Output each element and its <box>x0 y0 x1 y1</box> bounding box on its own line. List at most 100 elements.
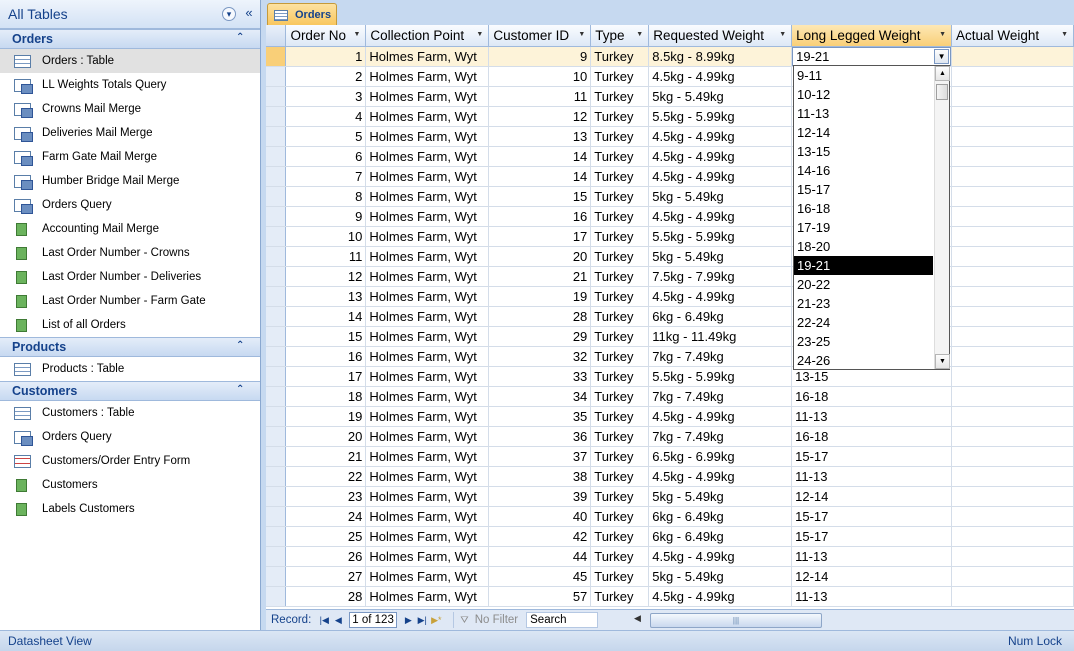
table-cell[interactable]: Holmes Farm, Wyt <box>365 106 490 127</box>
record-selector[interactable] <box>266 466 287 487</box>
table-row[interactable]: 22 Holmes Farm, Wyt 38 Turkey 4.5kg - 4.99kg… <box>266 466 1074 487</box>
table-cell[interactable]: Holmes Farm, Wyt <box>365 226 490 247</box>
table-cell[interactable] <box>951 386 1074 407</box>
new-record-icon[interactable]: ▶* <box>429 613 443 627</box>
record-selector[interactable] <box>266 366 287 387</box>
table-cell[interactable]: 28 <box>285 586 367 607</box>
table-row[interactable]: 10 Holmes Farm, Wyt 17 Turkey 5.5kg - 5.99kg <box>266 226 1074 247</box>
table-cell[interactable]: Holmes Farm, Wyt <box>365 306 490 327</box>
scroll-up-icon[interactable]: ▲ <box>935 66 950 81</box>
table-row[interactable]: 8 Holmes Farm, Wyt 15 Turkey 5kg - 5.49kg <box>266 186 1074 207</box>
table-cell[interactable]: 10 <box>285 226 367 247</box>
table-cell[interactable]: 28 <box>488 306 592 327</box>
nav-item[interactable]: Orders Query <box>0 425 260 449</box>
table-cell[interactable] <box>951 66 1074 87</box>
nav-item[interactable]: Labels Customers <box>0 497 260 521</box>
record-selector[interactable] <box>266 226 287 247</box>
table-cell[interactable]: Turkey <box>590 466 650 487</box>
table-row[interactable]: 11 Holmes Farm, Wyt 20 Turkey 5kg - 5.49kg <box>266 246 1074 267</box>
table-cell[interactable]: Turkey <box>590 526 650 547</box>
horizontal-scrollbar[interactable]: ◀ ||| <box>634 613 1074 628</box>
table-cell[interactable]: Turkey <box>590 546 650 567</box>
table-cell[interactable]: 5kg - 5.49kg <box>648 566 793 587</box>
filter-toggle[interactable]: ⛛ No Filter <box>453 612 518 628</box>
table-cell[interactable]: Turkey <box>590 46 650 67</box>
table-row[interactable]: 12 Holmes Farm, Wyt 21 Turkey 7.5kg - 7.99kg <box>266 266 1074 287</box>
table-cell[interactable]: 1 <box>285 46 367 67</box>
table-cell[interactable]: Turkey <box>590 86 650 107</box>
table-cell[interactable]: 27 <box>285 566 367 587</box>
sort-filter-arrow-icon[interactable]: ▼ <box>939 31 946 38</box>
table-cell[interactable]: 7kg - 7.49kg <box>648 386 793 407</box>
horizontal-scroll-thumb[interactable]: ||| <box>650 613 822 628</box>
dropdown-option[interactable]: 22-24 <box>794 313 933 332</box>
nav-pane-header[interactable]: All Tables ▾ « <box>0 0 260 29</box>
table-cell[interactable]: 16 <box>488 206 592 227</box>
table-cell[interactable]: 4.5kg - 4.99kg <box>648 166 793 187</box>
record-selector[interactable] <box>266 186 287 207</box>
sort-filter-arrow-icon[interactable]: ▼ <box>476 31 483 38</box>
table-cell[interactable]: Turkey <box>590 566 650 587</box>
table-cell[interactable]: 33 <box>488 366 592 387</box>
table-cell[interactable]: Holmes Farm, Wyt <box>365 586 490 607</box>
dropdown-option[interactable]: 15-17 <box>794 180 933 199</box>
table-cell[interactable]: 15 <box>285 326 367 347</box>
nav-item[interactable]: Farm Gate Mail Merge <box>0 145 260 169</box>
column-header[interactable]: Long Legged Weight ▼ <box>791 25 953 47</box>
nav-item[interactable]: Crowns Mail Merge <box>0 97 260 121</box>
table-cell[interactable]: Turkey <box>590 346 650 367</box>
table-cell[interactable]: 6.5kg - 6.99kg <box>648 446 793 467</box>
table-cell[interactable] <box>951 166 1074 187</box>
nav-group-customers[interactable]: Customers ⌃ <box>0 381 260 401</box>
table-row[interactable]: 24 Holmes Farm, Wyt 40 Turkey 6kg - 6.49kg 15… <box>266 506 1074 527</box>
table-cell[interactable]: 35 <box>488 406 592 427</box>
table-cell[interactable]: 19-21 ▼ <box>791 46 953 67</box>
table-cell[interactable]: 9 <box>488 46 592 67</box>
table-cell[interactable]: 4.5kg - 4.99kg <box>648 66 793 87</box>
table-cell[interactable]: Turkey <box>590 446 650 467</box>
record-selector[interactable] <box>266 566 287 587</box>
nav-item[interactable]: Last Order Number - Deliveries <box>0 265 260 289</box>
nav-item[interactable]: Humber Bridge Mail Merge <box>0 169 260 193</box>
table-cell[interactable]: 12 <box>488 106 592 127</box>
table-cell[interactable]: 5kg - 5.49kg <box>648 246 793 267</box>
table-cell[interactable]: 34 <box>488 386 592 407</box>
table-cell[interactable]: Holmes Farm, Wyt <box>365 66 490 87</box>
collapse-group-icon[interactable]: ⌃ <box>236 384 244 395</box>
first-record-icon[interactable]: |◀ <box>317 613 331 627</box>
table-cell[interactable]: Turkey <box>590 66 650 87</box>
table-cell[interactable] <box>951 506 1074 527</box>
table-row[interactable]: 16 Holmes Farm, Wyt 32 Turkey 7kg - 7.49kg <box>266 346 1074 367</box>
table-cell[interactable]: 5.5kg - 5.99kg <box>648 106 793 127</box>
table-cell[interactable]: 7.5kg - 7.99kg <box>648 266 793 287</box>
previous-record-icon[interactable]: ◀ <box>331 613 345 627</box>
table-cell[interactable]: 16-18 <box>791 386 953 407</box>
table-cell[interactable]: 11-13 <box>791 466 953 487</box>
sort-filter-arrow-icon[interactable]: ▼ <box>1061 31 1068 38</box>
nav-pane-title[interactable]: All Tables <box>8 6 68 22</box>
table-cell[interactable]: 10 <box>488 66 592 87</box>
table-cell[interactable]: 11-13 <box>791 546 953 567</box>
table-cell[interactable]: 11-13 <box>791 586 953 607</box>
scroll-down-icon[interactable]: ▼ <box>935 354 950 369</box>
record-selector[interactable] <box>266 486 287 507</box>
table-cell[interactable]: 23 <box>285 486 367 507</box>
table-row[interactable]: 13 Holmes Farm, Wyt 19 Turkey 4.5kg - 4.99kg <box>266 286 1074 307</box>
table-cell[interactable]: Turkey <box>590 326 650 347</box>
table-cell[interactable]: 24 <box>285 506 367 527</box>
record-selector[interactable] <box>266 246 287 267</box>
table-cell[interactable]: 14 <box>488 166 592 187</box>
scroll-left-icon[interactable]: ◀ <box>634 613 641 624</box>
table-cell[interactable]: Turkey <box>590 586 650 607</box>
table-cell[interactable]: Holmes Farm, Wyt <box>365 526 490 547</box>
nav-item[interactable]: Deliveries Mail Merge <box>0 121 260 145</box>
table-cell[interactable]: Turkey <box>590 126 650 147</box>
table-cell[interactable]: 4.5kg - 4.99kg <box>648 406 793 427</box>
table-cell[interactable]: Holmes Farm, Wyt <box>365 146 490 167</box>
table-cell[interactable]: 15-17 <box>791 526 953 547</box>
table-cell[interactable]: 15 <box>488 186 592 207</box>
table-cell[interactable]: 17 <box>285 366 367 387</box>
record-selector[interactable] <box>266 546 287 567</box>
table-cell[interactable]: 13 <box>285 286 367 307</box>
dropdown-option[interactable]: 23-25 <box>794 332 933 351</box>
